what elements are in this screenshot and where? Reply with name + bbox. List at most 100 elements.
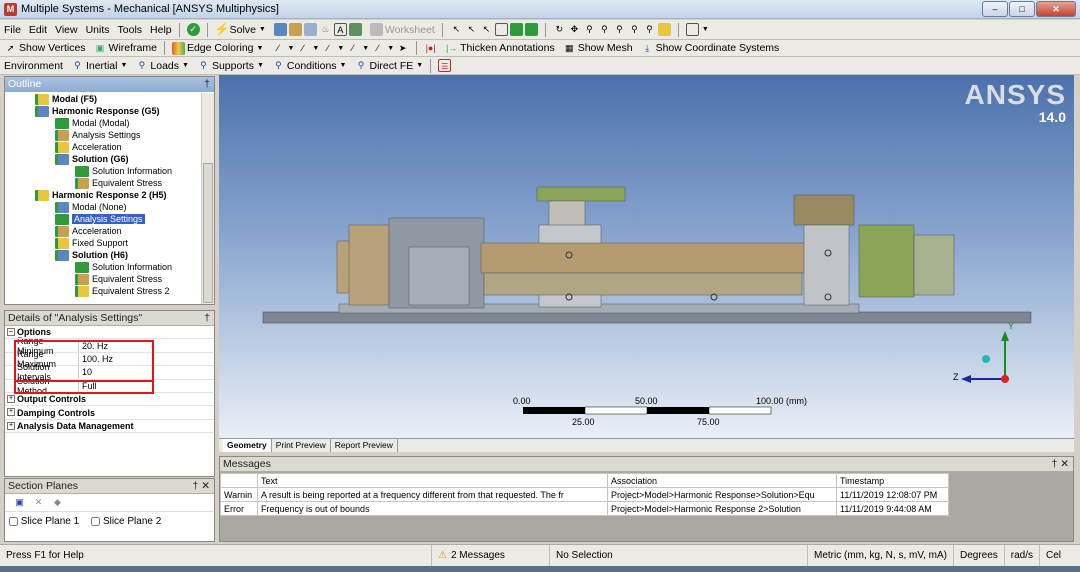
loads-menu[interactable]: ⚲ Loads ▼ <box>131 57 193 74</box>
tab-geometry[interactable]: Geometry <box>223 439 272 452</box>
tree-item[interactable]: Fixed Support <box>5 237 200 249</box>
tree-item[interactable]: Analysis Settings <box>5 213 200 225</box>
tree-item[interactable]: Acceleration <box>5 225 200 237</box>
supports-icon: ⚲ <box>200 60 207 70</box>
tab-report-preview[interactable]: Report Preview <box>331 439 398 452</box>
pin-icon[interactable]: † ✕ <box>1051 457 1073 471</box>
show-vertices-button[interactable]: ➚ Show Vertices <box>0 40 90 56</box>
expand-icon[interactable]: + <box>7 394 15 403</box>
status-units[interactable]: Metric (mm, kg, N, s, mV, mA) <box>808 545 954 566</box>
worksheet-toggle[interactable]: ☰ <box>434 57 455 74</box>
inertial-menu[interactable]: ⚲ Inertial ▼ <box>67 57 131 74</box>
selection-tools[interactable]: ↖ ↖ ↖ <box>446 20 542 39</box>
direct-fe-label: Direct FE <box>369 59 414 72</box>
menu-file[interactable]: File <box>0 20 25 39</box>
show-mesh-button[interactable]: ▦ Show Mesh <box>559 40 637 56</box>
tree-item[interactable]: Equivalent Stress <box>5 177 200 189</box>
toolbar-separator <box>430 58 432 73</box>
details-group-damping-controls[interactable]: + Damping Controls <box>5 406 214 420</box>
expand-icon[interactable]: + <box>7 421 15 430</box>
toolbar-separator <box>416 41 418 55</box>
slice-plane-2-checkbox[interactable] <box>91 516 101 526</box>
expand-icon[interactable]: + <box>7 408 15 417</box>
slice-plane-1[interactable]: Slice Plane 1 <box>9 516 79 527</box>
edge-coloring-button[interactable]: Edge Coloring ▼ <box>168 40 267 56</box>
graphics-viewport[interactable]: ANSYS 14.0 0.00 50.00 100.00 (mm) 25.00 … <box>219 75 1074 438</box>
column-header[interactable]: Timestamp <box>836 473 949 488</box>
status-rate[interactable]: rad/s <box>1005 545 1041 566</box>
close-button[interactable]: ✕ <box>1036 1 1076 17</box>
diamond-icon[interactable]: ◆ <box>51 496 64 509</box>
scale-label: 100.00 (mm) <box>756 396 808 406</box>
slice-plane-2[interactable]: Slice Plane 2 <box>91 516 161 527</box>
edge-style-buttons[interactable]: ∕ ▼ ∕ ▼ ∕ ▼ ∕ ▼ ∕ ▼ ➤ <box>267 40 413 56</box>
tree-item[interactable]: Modal (F5) <box>5 93 200 105</box>
details-group-analysis-data-management[interactable]: + Analysis Data Management <box>5 420 214 434</box>
scrollbar-thumb[interactable] <box>203 163 213 303</box>
tree-item[interactable]: Solution Information <box>5 165 200 177</box>
add-plane-icon[interactable]: ▣ <box>13 496 26 509</box>
maximize-button[interactable]: □ <box>1009 1 1035 17</box>
wireframe-button[interactable]: ▣ Wireframe <box>90 40 161 56</box>
tree-item-label: Solution (G6) <box>72 154 129 164</box>
status-temp[interactable]: Cel <box>1040 545 1067 566</box>
conditions-icon: ⚲ <box>275 60 282 70</box>
tree-item[interactable]: Harmonic Response (G5) <box>5 105 200 117</box>
tree-item[interactable]: Modal (Modal) <box>5 117 200 129</box>
tree-item[interactable]: Analysis Settings <box>5 129 200 141</box>
tree-item[interactable]: Solution Information <box>5 261 200 273</box>
tree-item-label: Acceleration <box>72 226 122 236</box>
minimize-button[interactable]: – <box>982 1 1008 17</box>
solve-button[interactable]: ⚡ Solve ▼ <box>211 20 270 39</box>
pin-icon[interactable]: † <box>204 77 214 92</box>
collapse-icon[interactable]: – <box>7 328 15 336</box>
section-planes-header: Section Planes † ✕ <box>5 479 214 494</box>
tree-item-label: Modal (F5) <box>52 94 97 104</box>
column-header[interactable]: Text <box>257 473 608 488</box>
toolbar-icons-group[interactable]: ♨ A <box>270 20 366 39</box>
thicken-annotations-toggle[interactable]: |●| <box>420 40 441 56</box>
view-tools[interactable]: ↻ ✥ ⚲ ⚲ ⚲ ⚲ ⚲ <box>549 20 675 39</box>
status-angle[interactable]: Degrees <box>954 545 1005 566</box>
pan-icon: ✥ <box>570 24 579 34</box>
tree-item[interactable]: Acceleration <box>5 141 200 153</box>
column-header[interactable]: Association <box>607 473 837 488</box>
layout-button[interactable]: ▼ <box>682 20 713 39</box>
tree-item[interactable]: Solution (H6) <box>5 249 200 261</box>
tree-item-label: Modal (None) <box>72 202 127 212</box>
tree-item[interactable]: Harmonic Response 2 (H5) <box>5 189 200 201</box>
tab-print-preview[interactable]: Print Preview <box>272 439 331 452</box>
outline-scrollbar[interactable] <box>201 93 214 304</box>
column-header[interactable] <box>220 473 258 488</box>
status-help: Press F1 for Help <box>0 545 432 566</box>
direct-fe-menu[interactable]: ⚲ Direct FE ▼ <box>350 57 427 74</box>
table-row[interactable]: Error Frequency is out of bounds Project… <box>220 501 949 516</box>
select-vertex-icon: ↖ <box>467 24 476 34</box>
model-geometry[interactable] <box>219 75 1074 438</box>
worksheet-button[interactable]: Worksheet <box>366 20 439 39</box>
supports-menu[interactable]: ⚲ Supports ▼ <box>193 57 268 74</box>
menu-edit[interactable]: Edit <box>25 20 51 39</box>
tree-item[interactable]: Equivalent Stress <box>5 273 200 285</box>
tree-item[interactable]: Solution (G6) <box>5 153 200 165</box>
toolbar-separator <box>677 22 679 37</box>
tree-item[interactable]: Modal (None) <box>5 201 200 213</box>
details-group-options[interactable]: – Options <box>5 326 214 340</box>
delete-icon[interactable]: ✕ <box>32 496 45 509</box>
tree-item[interactable]: Equivalent Stress 2 <box>5 285 200 297</box>
conditions-menu[interactable]: ⚲ Conditions ▼ <box>268 57 351 74</box>
check-button[interactable]: ✓ <box>183 20 204 39</box>
menu-tools[interactable]: Tools <box>114 20 147 39</box>
menu-view[interactable]: View <box>51 20 82 39</box>
menu-help[interactable]: Help <box>146 20 176 39</box>
show-coordinate-systems-button[interactable]: ⤓ Show Coordinate Systems <box>637 40 784 56</box>
thicken-annotations-button[interactable]: |→ Thicken Annotations <box>441 40 559 56</box>
menu-units[interactable]: Units <box>82 20 114 39</box>
status-messages[interactable]: ⚠ 2 Messages <box>432 545 550 566</box>
details-group-output-controls[interactable]: + Output Controls <box>5 393 214 407</box>
slice-plane-1-checkbox[interactable] <box>9 516 18 526</box>
edge-style-icon: ∕ <box>376 42 379 53</box>
pin-icon[interactable]: † ✕ <box>192 479 214 493</box>
pin-icon[interactable]: † <box>204 311 214 325</box>
table-row[interactable]: Warnin A result is being reported at a f… <box>220 487 949 502</box>
